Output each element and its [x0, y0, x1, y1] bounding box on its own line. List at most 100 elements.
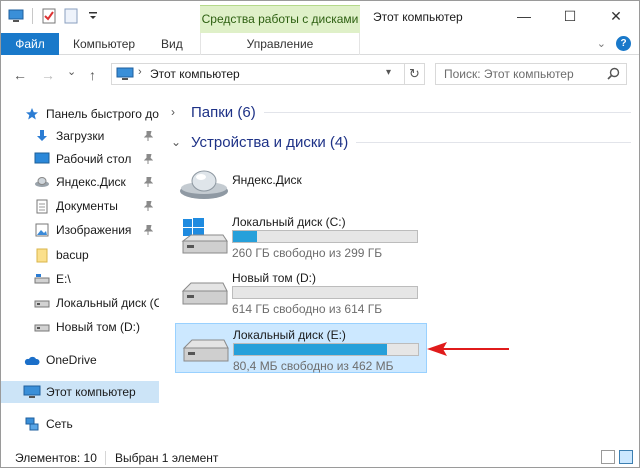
maximize-button[interactable]: ☐: [547, 1, 593, 31]
sidebar-item-quick-access[interactable]: Панель быстрого до: [1, 103, 159, 125]
disk-usage-fill: [234, 344, 387, 355]
selection-count: Выбран 1 элемент: [115, 451, 219, 465]
sidebar-item-pictures[interactable]: Изображения: [1, 219, 159, 241]
customize-dropdown-icon[interactable]: [84, 7, 102, 25]
toolbar-separator: [32, 8, 33, 24]
pin-icon[interactable]: [143, 130, 154, 144]
sidebar-item-yandex-disk[interactable]: Яндекс.Диск: [1, 171, 159, 193]
group-title: Устройства и диски (4): [191, 133, 349, 151]
quick-access-toolbar: [7, 7, 102, 25]
sidebar-item-label: Панель быстрого до: [46, 107, 159, 121]
sidebar-item-bacup[interactable]: bacup: [1, 244, 159, 266]
sidebar-item-label: Документы: [56, 199, 118, 213]
sidebar-item-network[interactable]: Сеть: [1, 413, 159, 435]
sidebar-item-label: OneDrive: [46, 353, 97, 367]
downloads-icon: [33, 127, 51, 145]
drive-free-space: 80,4 МБ свободно из 462 МБ: [233, 359, 394, 373]
pin-icon[interactable]: [143, 200, 154, 214]
sidebar-item-documents[interactable]: Документы: [1, 195, 159, 217]
chevron-down-icon[interactable]: ⌄: [597, 37, 606, 50]
contextual-tab-group-title: Средства работы с дисками: [200, 5, 360, 33]
computer-icon: [23, 383, 41, 401]
network-icon: [23, 415, 41, 433]
sidebar-item-local-disk-c[interactable]: Локальный диск (С: [1, 292, 159, 314]
sidebar-item-new-volume-d[interactable]: Новый том (D:): [1, 316, 159, 338]
back-button[interactable]: ←: [13, 67, 27, 83]
content-pane: › Папки (6) ⌄ Устройства и диски (4) Янд…: [163, 97, 639, 445]
view-switcher: [601, 450, 633, 464]
sidebar-item-label: Этот компьютер: [46, 385, 136, 399]
drive-name: Яндекс.Диск: [232, 173, 302, 187]
status-divider: [105, 451, 106, 465]
group-header-devices[interactable]: ⌄ Устройства и диски (4): [171, 131, 631, 153]
sidebar-item-label: E:\: [56, 272, 71, 286]
drive-icon: [33, 318, 51, 336]
sidebar-item-label: bacup: [56, 248, 89, 262]
minimize-button[interactable]: —: [501, 1, 547, 31]
breadcrumb[interactable]: Этот компьютер: [150, 67, 240, 81]
tab-view[interactable]: Вид: [153, 33, 191, 55]
pictures-icon: [33, 221, 51, 239]
ribbon-controls: ⌄ ?: [597, 36, 631, 51]
navigation-pane: Панель быстрого до Загрузки Рабочий стол…: [1, 97, 159, 445]
drive-name: Локальный диск (C:): [232, 215, 346, 229]
drive-icon: [33, 270, 51, 288]
drive-name: Новый том (D:): [232, 271, 316, 285]
close-button[interactable]: ✕: [593, 1, 639, 31]
chevron-down-icon[interactable]: ⌄: [171, 135, 183, 149]
navigation-bar: ← → ⌄ ↑ › Этот компьютер ▾ ↻: [1, 55, 639, 95]
recent-locations-button[interactable]: ⌄: [67, 65, 76, 78]
tab-computer[interactable]: Компьютер: [65, 33, 143, 55]
drive-tile-new-volume-d[interactable]: Новый том (D:) 614 ГБ свободно из 614 ГБ: [175, 267, 427, 317]
details-view-icon[interactable]: [601, 450, 615, 464]
drive-tile-local-disk-e[interactable]: Локальный диск (E:) 80,4 МБ свободно из …: [175, 323, 427, 373]
sidebar-item-label: Новый том (D:): [56, 320, 140, 334]
tab-manage[interactable]: Управление: [200, 33, 360, 55]
drive-free-space: 614 ГБ свободно из 614 ГБ: [232, 302, 383, 316]
drive-tile-local-disk-c[interactable]: Локальный диск (C:) 260 ГБ свободно из 2…: [175, 211, 427, 261]
group-header-folders[interactable]: › Папки (6): [171, 101, 631, 123]
yandex-disk-icon: [177, 165, 231, 205]
forward-button[interactable]: →: [41, 67, 55, 83]
sidebar-item-e-drive[interactable]: E:\: [1, 268, 159, 290]
pin-icon[interactable]: [143, 153, 154, 167]
refresh-button[interactable]: ↻: [404, 64, 424, 84]
computer-icon[interactable]: [7, 7, 25, 25]
yandex-disk-icon: [33, 173, 51, 191]
up-button[interactable]: ↑: [89, 67, 96, 83]
new-folder-icon[interactable]: [62, 7, 80, 25]
pin-icon[interactable]: [143, 224, 154, 238]
help-icon[interactable]: ?: [616, 36, 631, 51]
tab-file[interactable]: Файл: [1, 33, 59, 55]
sidebar-item-this-pc[interactable]: Этот компьютер: [1, 381, 159, 403]
search-input[interactable]: [436, 64, 596, 84]
chevron-right-icon[interactable]: ›: [171, 105, 183, 119]
window-title: Этот компьютер: [373, 10, 463, 24]
group-divider: [263, 111, 631, 113]
breadcrumb-separator[interactable]: ›: [138, 66, 142, 78]
sidebar-item-label: Загрузки: [56, 129, 105, 143]
sidebar-item-downloads[interactable]: Загрузки: [1, 125, 159, 147]
tiles-view-icon[interactable]: [619, 450, 633, 464]
hdd-icon: [177, 273, 231, 313]
red-annotation-arrow: [427, 342, 509, 356]
sidebar-item-label: Сеть: [46, 417, 73, 431]
sidebar-item-desktop[interactable]: Рабочий стол: [1, 148, 159, 170]
explorer-window: Средства работы с дисками Этот компьютер…: [0, 0, 640, 468]
ribbon-tabs: Файл Компьютер Вид Управление ⌄ ?: [1, 33, 639, 55]
status-bar: Элементов: 10 Выбран 1 элемент: [1, 447, 639, 467]
folder-icon: [33, 246, 51, 264]
address-bar[interactable]: › Этот компьютер ▾ ↻: [111, 63, 425, 85]
pin-icon[interactable]: [143, 176, 154, 190]
address-dropdown-icon[interactable]: ▾: [386, 67, 391, 78]
search-box[interactable]: [435, 63, 627, 85]
desktop-icon: [33, 150, 51, 168]
computer-icon: [116, 67, 134, 84]
sidebar-item-onedrive[interactable]: OneDrive: [1, 349, 159, 371]
item-count: Элементов: 10: [15, 451, 97, 465]
star-icon: [23, 105, 41, 123]
documents-icon: [33, 197, 51, 215]
disk-usage-fill: [233, 231, 257, 242]
drive-tile-yandex-disk[interactable]: Яндекс.Диск: [175, 159, 427, 203]
properties-icon[interactable]: [40, 7, 58, 25]
